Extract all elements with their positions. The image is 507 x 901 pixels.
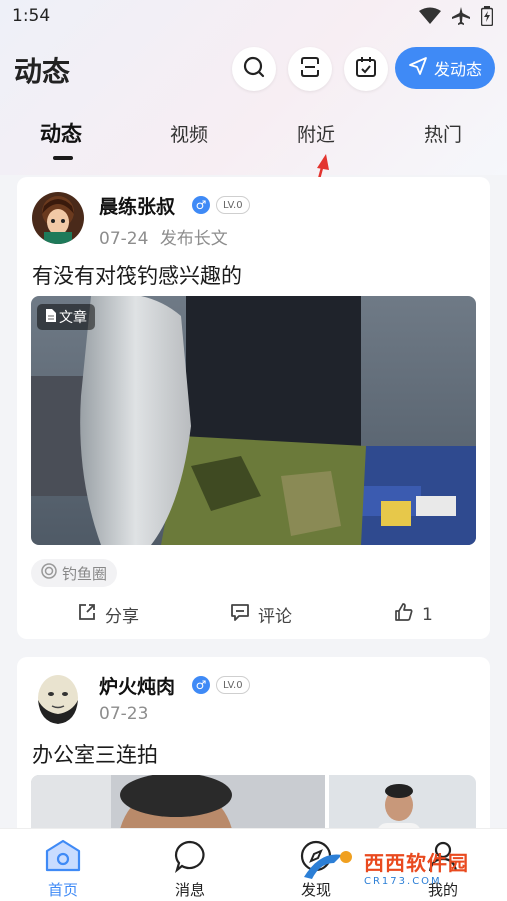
- tab-dynamic[interactable]: 动态: [40, 118, 82, 148]
- watermark-logo: [304, 851, 352, 879]
- comment-icon: [230, 602, 250, 627]
- share-button[interactable]: 分享: [77, 602, 139, 627]
- comment-label: 评论: [258, 607, 292, 627]
- nav-home-label: 首页: [47, 881, 78, 899]
- active-tab-indicator: [53, 156, 73, 160]
- post-title[interactable]: 办公室三连拍: [32, 739, 158, 769]
- search-icon: [242, 55, 266, 83]
- user-name[interactable]: 炉火炖肉: [99, 672, 175, 699]
- post-meta: 07-24 发布长文: [99, 224, 228, 249]
- status-icons: [419, 6, 494, 30]
- share-icon: [77, 602, 97, 627]
- level-badge: LV.0: [216, 676, 250, 694]
- message-icon: [173, 839, 207, 877]
- watermark-title: 西西软件园: [364, 851, 469, 875]
- circle-tag-label: 钓鱼圈: [62, 564, 108, 583]
- like-count: 1: [422, 604, 433, 625]
- checkin-button[interactable]: [344, 47, 388, 91]
- post-type: 发布长文: [159, 229, 228, 249]
- like-button[interactable]: 1: [394, 602, 433, 627]
- tab-nearby[interactable]: 附近: [297, 120, 335, 147]
- nav-home[interactable]: 首页: [33, 839, 93, 900]
- level-badge: LV.0: [216, 196, 250, 214]
- document-icon: [45, 308, 56, 326]
- scan-icon: [298, 55, 322, 83]
- male-icon: ♂: [192, 676, 210, 694]
- post-card[interactable]: 炉火炖肉 ♂ LV.0 07-23 办公室三连拍: [17, 657, 490, 857]
- thumbs-up-icon: [394, 602, 414, 627]
- scan-button[interactable]: [288, 47, 332, 91]
- comment-button[interactable]: 评论: [230, 602, 292, 627]
- post-title[interactable]: 有没有对筏钓感兴趣的: [32, 260, 242, 290]
- share-label: 分享: [105, 607, 139, 627]
- post-date: 07-23: [99, 704, 149, 724]
- male-icon: ♂: [192, 196, 210, 214]
- post-button[interactable]: 发动态: [395, 47, 495, 89]
- watermark-url: CR173.COM: [364, 876, 442, 887]
- home-icon: [45, 839, 81, 877]
- wifi-icon: [419, 7, 441, 29]
- calendar-check-icon: [354, 55, 378, 83]
- status-time: 1:54: [12, 6, 51, 26]
- page-title: 动态: [14, 55, 71, 88]
- app-header: 动态 发动态: [0, 44, 507, 94]
- post-date: 07-24: [99, 229, 149, 249]
- send-icon: [408, 56, 428, 80]
- tab-bar: 动态 视频 附近 热门: [0, 112, 507, 162]
- circle-icon: [41, 563, 57, 583]
- circle-tag[interactable]: 钓鱼圈: [31, 559, 118, 587]
- search-button[interactable]: [232, 47, 276, 91]
- airplane-icon: [451, 6, 471, 30]
- post-button-label: 发动态: [433, 60, 482, 79]
- post-image[interactable]: 文章: [31, 296, 476, 545]
- status-bar: 1:54: [0, 0, 507, 34]
- battery-icon: [480, 6, 494, 30]
- article-tag: 文章: [37, 304, 95, 330]
- avatar[interactable]: [32, 672, 84, 724]
- avatar[interactable]: [32, 192, 84, 244]
- post-card[interactable]: 晨练张叔 ♂ LV.0 07-24 发布长文 有没有对筏钓感兴趣的 文章 钓鱼圈…: [17, 177, 490, 639]
- nav-messages[interactable]: 消息: [160, 839, 220, 900]
- tab-hot[interactable]: 热门: [424, 120, 462, 147]
- nav-messages-label: 消息: [174, 881, 205, 899]
- tab-video[interactable]: 视频: [170, 120, 208, 147]
- watermark: 西西软件园 CR173.COM: [300, 843, 500, 891]
- user-name[interactable]: 晨练张叔: [99, 192, 175, 219]
- article-tag-label: 文章: [59, 310, 87, 326]
